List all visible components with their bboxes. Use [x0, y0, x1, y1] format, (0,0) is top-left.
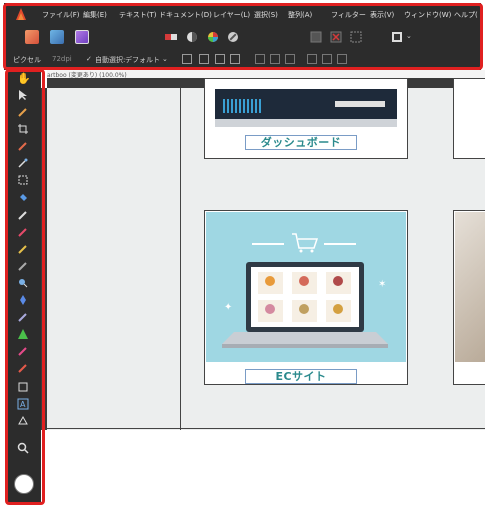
- eraser-icon[interactable]: [17, 345, 29, 357]
- menu-edit[interactable]: 編集(E): [83, 10, 107, 20]
- auto-select-label: 自動選択:: [95, 56, 126, 64]
- menu-bar: ファイル(F) 編集(E) テキスト(T) ドキュメント(D) レイヤー(L) …: [4, 3, 481, 25]
- dpi-value[interactable]: 72dpi: [52, 55, 72, 63]
- context-toolbar: ピクセル 72dpi ✓ 自動選択: デフォルト ⌄: [4, 50, 481, 70]
- align-handles-icon[interactable]: [215, 54, 225, 64]
- shape-icon[interactable]: [17, 381, 29, 393]
- dodge-icon[interactable]: [17, 260, 29, 272]
- unit-label[interactable]: ピクセル: [13, 55, 41, 65]
- dashboard-artboard[interactable]: ダッシュボード: [204, 78, 408, 159]
- color-picker-icon[interactable]: [17, 106, 29, 118]
- menu-select[interactable]: 選択(S): [254, 10, 278, 20]
- menu-file[interactable]: ファイル(F): [42, 10, 80, 20]
- healing-icon[interactable]: [17, 243, 29, 255]
- frame-text-icon[interactable]: [17, 415, 29, 427]
- selection-brush-icon[interactable]: [17, 140, 29, 152]
- brush-settings-icon[interactable]: [227, 31, 239, 43]
- align-left-icon[interactable]: [255, 54, 265, 64]
- sharpen-icon[interactable]: [17, 328, 29, 340]
- menu-layer[interactable]: レイヤー(L): [213, 10, 250, 20]
- artboard-bottom-edge: [47, 428, 485, 429]
- menu-filter[interactable]: フィルター: [331, 10, 366, 20]
- contrast-icon[interactable]: [186, 31, 198, 43]
- menu-text[interactable]: テキスト(T): [119, 10, 157, 20]
- persona-pixel-icon[interactable]: [50, 30, 64, 44]
- text-icon[interactable]: A: [17, 398, 29, 410]
- artboard-divider: [180, 88, 181, 430]
- toolbar: ⌄: [4, 25, 481, 50]
- dashboard-label: ダッシュボード: [245, 135, 357, 150]
- align-right-icon[interactable]: [285, 54, 295, 64]
- menu-document[interactable]: ドキュメント(D): [159, 10, 212, 20]
- menu-window[interactable]: ウィンドウ(W): [404, 10, 451, 20]
- snap-icon[interactable]: [310, 31, 322, 43]
- dashboard-image: [215, 89, 397, 127]
- paint-brush-icon[interactable]: [17, 209, 29, 221]
- color-swatch-icon[interactable]: [14, 474, 34, 494]
- crop-icon[interactable]: [17, 123, 29, 135]
- top-bar: ファイル(F) 編集(E) テキスト(T) ドキュメント(D) レイヤー(L) …: [4, 3, 481, 70]
- vector-pen-icon[interactable]: [17, 362, 29, 374]
- zoom-icon[interactable]: [17, 442, 29, 454]
- svg-text:✶: ✶: [378, 279, 386, 290]
- clone-icon[interactable]: [17, 226, 29, 238]
- pen-icon[interactable]: [17, 311, 29, 323]
- chevron-down-icon[interactable]: ⌄: [162, 55, 168, 63]
- align-top-icon[interactable]: [307, 54, 317, 64]
- auto-select-dropdown[interactable]: デフォルト: [125, 55, 160, 65]
- chevron-down-icon[interactable]: ⌄: [406, 32, 412, 40]
- align-bottom-icon[interactable]: [337, 54, 347, 64]
- transform-origin-icon[interactable]: [182, 54, 192, 64]
- svg-text:✦: ✦: [224, 302, 232, 313]
- next-artboard-top[interactable]: [453, 78, 485, 159]
- move-icon[interactable]: [17, 89, 29, 101]
- canvas[interactable]: ダッシュボード ✦ ✶ ECサイト: [47, 78, 485, 430]
- color-wheel-icon[interactable]: [207, 31, 219, 43]
- magic-wand-icon[interactable]: [17, 157, 29, 169]
- laptop-illustration: ✦ ✶: [222, 233, 388, 348]
- menu-arrange[interactable]: 整列(A): [288, 10, 312, 20]
- next-artboard-bottom[interactable]: [453, 210, 485, 385]
- delete-icon[interactable]: [330, 31, 342, 43]
- flood-fill-icon[interactable]: [17, 192, 29, 204]
- ec-site-image: ✦ ✶: [206, 212, 406, 362]
- persona-export-icon[interactable]: [75, 30, 89, 44]
- menu-help[interactable]: ヘルプ(: [454, 10, 478, 20]
- grid-icon[interactable]: [230, 54, 240, 64]
- vertical-ruler[interactable]: [40, 88, 47, 430]
- smudge-icon[interactable]: [17, 277, 29, 289]
- persona-photo-icon[interactable]: [25, 30, 39, 44]
- align-middle-icon[interactable]: [322, 54, 332, 64]
- blur-icon[interactable]: [17, 294, 29, 306]
- document-tab[interactable]: artboo (変更あり) (100.0%): [47, 70, 485, 79]
- gradient-icon[interactable]: [165, 31, 177, 43]
- align-center-icon[interactable]: [270, 54, 280, 64]
- hand-icon[interactable]: ✋: [17, 72, 31, 85]
- menu-view[interactable]: 表示(V): [370, 10, 394, 20]
- checkbox-icon[interactable]: ✓: [86, 55, 92, 63]
- app-logo-icon: [16, 8, 26, 20]
- frame-icon[interactable]: [350, 31, 362, 43]
- marquee-icon[interactable]: [17, 174, 29, 186]
- show-bounds-icon[interactable]: [199, 54, 209, 64]
- tools-panel: ✋ A: [8, 70, 41, 502]
- ec-site-artboard[interactable]: ✦ ✶ ECサイト: [204, 210, 408, 385]
- ec-site-label: ECサイト: [245, 369, 357, 384]
- svg-text:A: A: [20, 400, 26, 409]
- arrange-icon[interactable]: [391, 31, 403, 43]
